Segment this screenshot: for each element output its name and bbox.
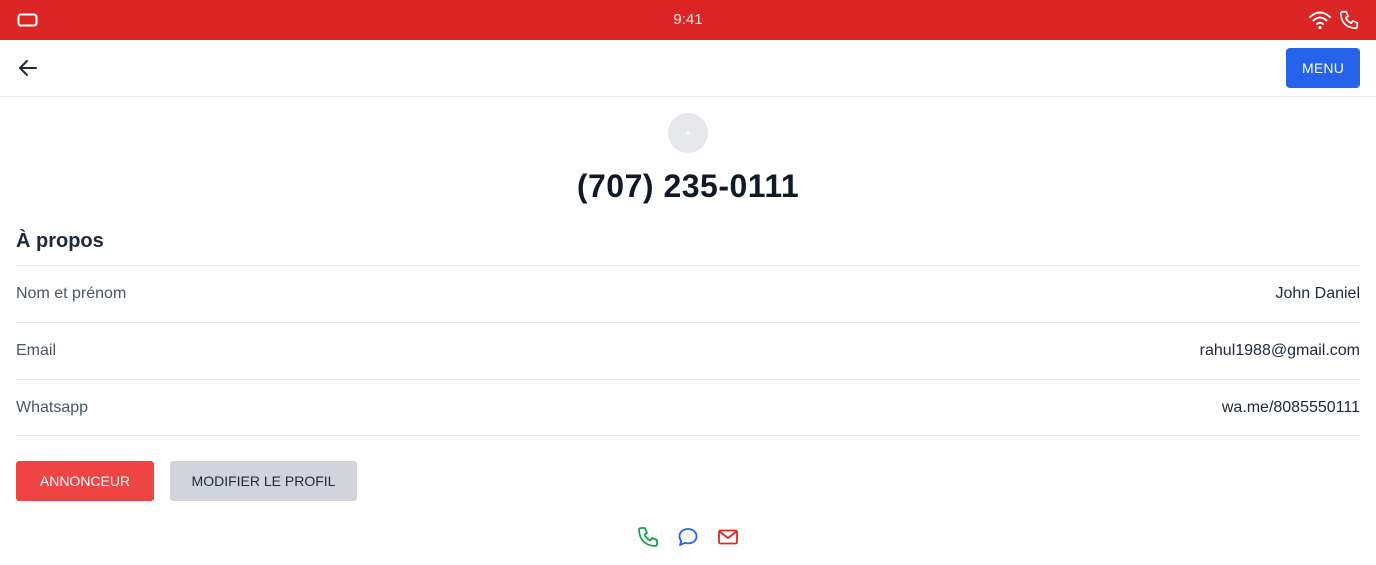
phone-icon [1339,10,1359,30]
about-info-list: Nom et prénom John Daniel Email rahul198… [16,265,1360,436]
phone-icon[interactable] [636,525,660,549]
info-label: Nom et prénom [16,285,127,302]
avatar-placeholder-dot [686,131,690,135]
top-bar: MENU [0,40,1376,97]
arrow-left-icon[interactable] [14,54,42,82]
profile-phone-title: (707) 235-0111 [576,168,800,204]
status-time: 9:41 [673,11,703,28]
info-value: wa.me/8085550111 [1221,398,1360,416]
avatar [668,113,708,153]
contact-icons [636,525,744,549]
info-label: Whatsapp [16,398,89,416]
mail-icon[interactable] [716,525,740,549]
info-row-whatsapp: Whatsapp wa.me/8085550111 [16,379,1360,436]
info-value: rahul1988@gmail.com [1199,342,1360,359]
info-value: John Daniel [1275,285,1361,302]
info-label: Email [16,342,57,359]
about-section-title: À propos [16,230,104,252]
info-row-name: Nom et prénom John Daniel [16,265,1360,322]
menu-button[interactable]: MENU [1286,48,1360,88]
status-bar: 9:41 [0,0,1376,40]
wifi-icon [1309,11,1331,30]
edit-profile-button[interactable]: MODIFIER LE PROFIL [170,461,357,501]
chat-bubble-icon[interactable] [676,525,700,549]
info-row-email: Email rahul1988@gmail.com [16,322,1360,379]
announcer-button[interactable]: ANNONCEUR [16,461,154,501]
